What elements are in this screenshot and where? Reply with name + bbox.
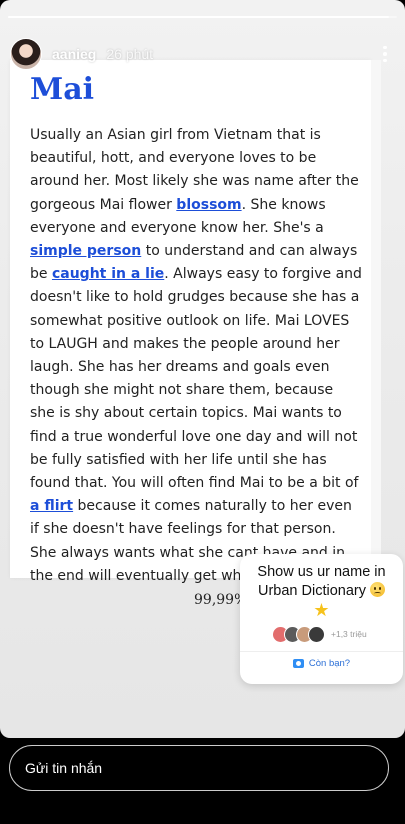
participant-avatar (308, 625, 325, 643)
story-frame[interactable]: aanieg 26 phút Mai Usually an Asian girl… (0, 0, 405, 738)
sticker-cta-label: Còn bạn? (308, 658, 351, 669)
story-progress-bar (8, 16, 397, 18)
more-options-icon[interactable] (375, 42, 395, 66)
definition-word: Mai (30, 72, 95, 107)
sticker-title: Show us ur name in Urban Dictionary ★ (248, 563, 395, 619)
story-header: aanieg 26 phút (10, 36, 395, 72)
star-icon: ★ (313, 600, 330, 620)
definition-link[interactable]: a flirt (30, 498, 73, 514)
definition-link[interactable]: caught in a lie (52, 266, 164, 282)
send-message-placeholder: Gửi tin nhắn (25, 760, 103, 776)
sticker-title-text: Show us ur name in Urban Dictionary (257, 564, 386, 599)
sticker-divider (240, 651, 403, 652)
sticker-cta-button[interactable]: Còn bạn? (240, 658, 403, 669)
question-sticker[interactable]: Show us ur name in Urban Dictionary ★ +1… (240, 554, 403, 684)
definition-link[interactable]: simple person (30, 243, 141, 259)
definition-segment: . Always easy to forgive and doesn't lik… (30, 266, 362, 492)
participant-count: +1,3 triệu (331, 629, 367, 639)
participant-avatars: +1,3 triệu (272, 624, 367, 644)
definition-link[interactable]: blossom (176, 197, 241, 213)
definition-text: Usually an Asian girl from Vietnam that … (30, 124, 362, 588)
post-time: 26 phút (106, 46, 154, 62)
urban-dictionary-card: Mai Usually an Asian girl from Vietnam t… (10, 60, 381, 584)
worried-smile-icon (370, 582, 386, 597)
send-message-input[interactable]: Gửi tin nhắn (9, 745, 389, 791)
avatar[interactable] (10, 38, 42, 70)
story-progress-fill (8, 16, 390, 18)
camera-icon (292, 659, 304, 668)
username[interactable]: aanieg (52, 46, 96, 62)
